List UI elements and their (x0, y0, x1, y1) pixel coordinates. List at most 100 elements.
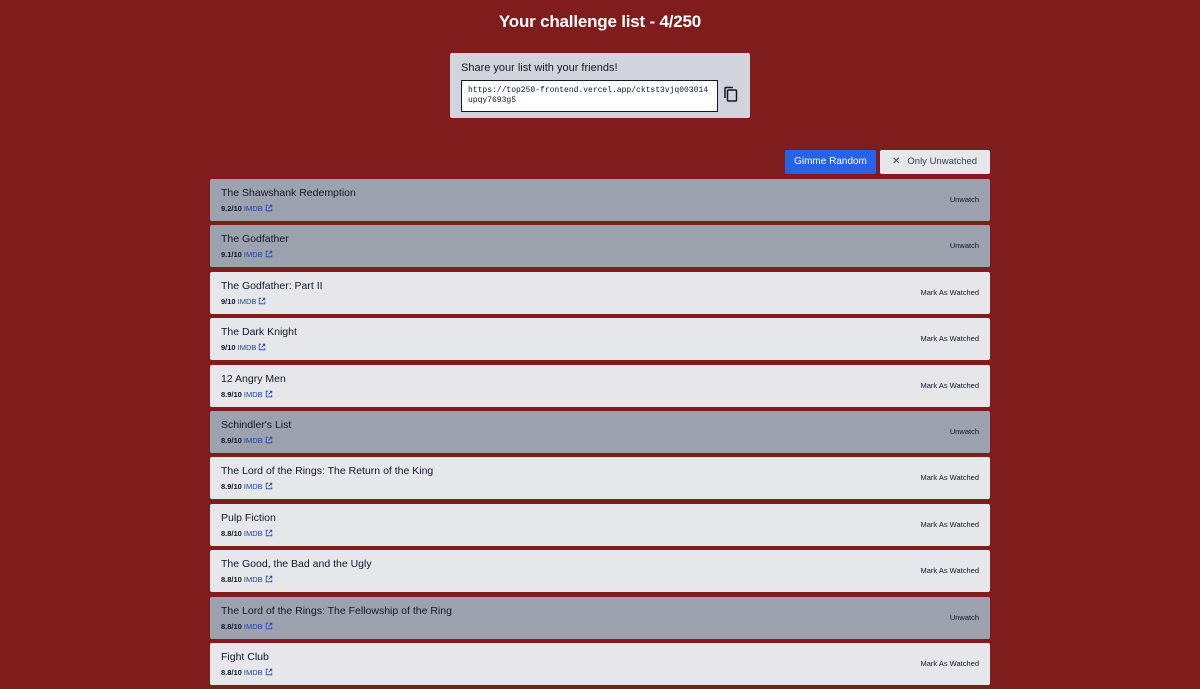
imdb-link[interactable]: IMDB (238, 343, 267, 352)
copy-button[interactable] (722, 85, 740, 105)
mark-as-watched-button[interactable]: Mark As Watched (921, 333, 980, 344)
movie-title: Schindler's List (221, 418, 292, 431)
list-item: Pulp Fiction 8.8/10 IMDB Mark As Watched (210, 503, 990, 546)
external-link-icon (259, 297, 266, 304)
imdb-link[interactable]: IMDB (244, 622, 273, 631)
movie-title: The Dark Knight (221, 326, 297, 339)
list-toolbar: Gimme Random ✕ Only Unwatched (210, 150, 990, 174)
list-item: The Lord of the Rings: The Fellowship of… (210, 596, 990, 639)
mark-as-watched-button[interactable]: Mark As Watched (921, 287, 980, 298)
movie-meta: 8.8/10 IMDB (221, 528, 273, 539)
external-link-icon (265, 529, 272, 536)
external-link-icon (265, 668, 272, 676)
imdb-link-label: IMDB (243, 435, 263, 445)
movie-meta: 8.8/10 IMDB (221, 621, 273, 632)
movie-meta: 9.1/10 IMDB (221, 249, 273, 260)
list-item: The Good, the Bad and the Ugly 8.8/10 IMDB… (210, 550, 990, 593)
copy-icon (724, 86, 738, 102)
imdb-link[interactable]: IMDB (244, 668, 273, 677)
movie-rating: 8.8/10 (221, 575, 242, 585)
movie-meta: 9/10 IMDB (221, 296, 266, 307)
movie-rating: 9/10 (221, 296, 236, 306)
movie-meta: 8.9/10 IMDB (221, 481, 273, 492)
movie-meta: 8.9/10 IMDB (221, 389, 273, 400)
movie-rating: 8.8/10 (221, 621, 242, 631)
movie-title: The Shawshank Redemption (221, 187, 356, 199)
movie-title: The Lord of the Rings: The Fellowship of… (221, 604, 452, 617)
movie-rating: 8.8/10 (221, 528, 242, 538)
movie-title: The Good, the Bad and the Ugly (221, 558, 372, 571)
filter-label: Only Unwatched (907, 156, 978, 167)
imdb-link[interactable]: IMDB (244, 575, 273, 584)
imdb-link[interactable]: IMDB (244, 250, 273, 259)
imdb-link-label: IMDB (243, 575, 263, 585)
gimme-random-button[interactable]: Gimme Random (785, 150, 876, 174)
mark-as-watched-button[interactable]: Mark As Watched (921, 658, 980, 669)
movie-meta: 9/10 IMDB (221, 342, 266, 353)
movie-title: 12 Angry Men (221, 372, 286, 385)
movie-rating: 9/10 (221, 343, 236, 353)
imdb-link[interactable]: IMDB (244, 436, 273, 445)
share-panel: Share your list with your friends! https… (450, 53, 750, 118)
movie-meta: 8.8/10 IMDB (221, 574, 273, 585)
imdb-link-label: IMDB (243, 204, 263, 213)
external-link-icon (265, 483, 272, 490)
movie-list: The Shawshank Redemption 9.2/10 IMDB Unwatc… (210, 179, 990, 689)
movie-title: Fight Club (221, 650, 269, 663)
mark-as-watched-button[interactable]: Mark As Watched (921, 472, 980, 483)
imdb-link-label: IMDB (237, 296, 257, 306)
list-item: The Lord of the Rings: The Return of the… (210, 457, 990, 500)
external-link-icon (265, 436, 272, 444)
external-link-icon (265, 622, 272, 629)
movie-rating: 9.2/10 (221, 204, 242, 213)
imdb-link[interactable]: IMDB (244, 482, 273, 491)
movie-rating: 8.9/10 (221, 482, 242, 492)
external-link-icon (259, 343, 266, 351)
close-icon: ✕ (892, 156, 901, 167)
unwatch-button[interactable]: Unwatch (950, 194, 979, 205)
external-link-icon (265, 575, 272, 583)
unwatch-button[interactable]: Unwatch (950, 426, 979, 437)
list-item: The Dark Knight 9/10 IMDB Mark As Watched (210, 318, 990, 361)
unwatch-button[interactable]: Unwatch (950, 612, 979, 623)
mark-as-watched-button[interactable]: Mark As Watched (921, 519, 980, 530)
movie-title: The Godfather (221, 233, 289, 246)
movie-meta: 8.8/10 IMDB (221, 667, 273, 678)
imdb-link-label: IMDB (243, 621, 263, 631)
imdb-link-label: IMDB (243, 528, 263, 538)
list-item: The Shawshank Redemption 9.2/10 IMDB Unwatc… (210, 179, 990, 221)
external-link-icon (265, 204, 272, 212)
movie-rating: 8.9/10 (221, 435, 242, 445)
imdb-link[interactable]: IMDB (238, 297, 267, 306)
imdb-link[interactable]: IMDB (244, 529, 273, 538)
movie-title: Pulp Fiction (221, 511, 276, 524)
list-item: Fight Club 8.8/10 IMDB Mark As Watched (210, 642, 990, 685)
movie-rating: 8.8/10 (221, 667, 242, 677)
imdb-link-label: IMDB (243, 389, 263, 399)
external-link-icon (265, 251, 272, 258)
list-item: 12 Angry Men 8.9/10 IMDB Mark As Watched (210, 364, 990, 407)
list-item: The Godfather 9.1/10 IMDB Unwatch (210, 225, 990, 268)
imdb-link-label: IMDB (243, 250, 263, 260)
imdb-link-label: IMDB (237, 343, 257, 353)
only-unwatched-filter-button[interactable]: ✕ Only Unwatched (880, 150, 990, 174)
external-link-icon (265, 390, 272, 397)
movie-meta: 9.2/10 IMDB (221, 203, 273, 214)
mark-as-watched-button[interactable]: Mark As Watched (921, 380, 980, 391)
movie-rating: 8.9/10 (221, 389, 242, 399)
share-url-field[interactable]: https://top250-frontend.vercel.app/cktst… (461, 80, 718, 112)
imdb-link[interactable]: IMDB (244, 390, 273, 399)
movie-title: The Godfather: Part II (221, 279, 323, 292)
unwatch-button[interactable]: Unwatch (950, 240, 979, 251)
share-label: Share your list with your friends! (461, 62, 618, 74)
imdb-link-label: IMDB (243, 482, 263, 492)
movie-title: The Lord of the Rings: The Return of the… (221, 465, 434, 478)
list-item: The Godfather: Part II 9/10 IMDB Mark As Wa… (210, 271, 990, 314)
imdb-link[interactable]: IMDB (244, 204, 273, 213)
movie-meta: 8.9/10 IMDB (221, 435, 273, 446)
list-item: Schindler's List 8.9/10 IMDB Unwatch (210, 410, 990, 453)
movie-rating: 9.1/10 (221, 250, 242, 260)
page-title: Your challenge list - 4/250 (498, 12, 702, 31)
imdb-link-label: IMDB (243, 667, 263, 677)
mark-as-watched-button[interactable]: Mark As Watched (921, 565, 980, 576)
